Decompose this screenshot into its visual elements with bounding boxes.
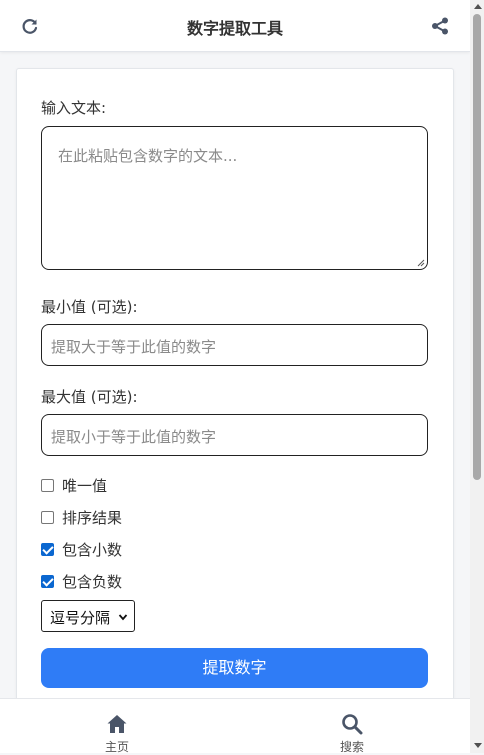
separator-select[interactable]: 逗号分隔 <box>41 600 135 632</box>
scroll-up-arrow[interactable] <box>474 4 482 9</box>
input-text-label: 输入文本: <box>41 99 107 117</box>
search-icon <box>342 714 363 735</box>
option-sort[interactable]: 排序结果 <box>41 507 122 527</box>
decimals-checkbox[interactable] <box>41 542 54 556</box>
scrollbar-thumb[interactable] <box>473 14 481 480</box>
page-title: 数字提取工具 <box>186 19 283 38</box>
unique-checkbox[interactable] <box>41 478 54 492</box>
nav-home-label: 主页 <box>104 740 129 754</box>
min-value-placeholder: 提取大于等于此值的数字 <box>51 338 217 356</box>
chevron-down-icon <box>118 614 128 621</box>
min-value-input[interactable]: 提取大于等于此值的数字 <box>41 324 428 366</box>
decimals-label: 包含小数 <box>62 540 123 559</box>
negatives-label: 包含负数 <box>62 572 123 591</box>
sort-checkbox[interactable] <box>41 510 54 524</box>
separator-selected-value: 逗号分隔 <box>50 609 111 627</box>
text-input-placeholder: 在此粘贴包含数字的文本... <box>58 147 238 165</box>
nav-search-label: 搜索 <box>339 740 364 754</box>
text-input-area[interactable]: 在此粘贴包含数字的文本... <box>41 126 428 270</box>
home-icon <box>107 715 127 733</box>
extract-button[interactable]: 提取数字 <box>41 648 428 688</box>
max-value-input[interactable]: 提取小于等于此值的数字 <box>41 414 428 456</box>
nav-item-home[interactable]: 主页 <box>87 713 147 755</box>
scroll-down-arrow[interactable] <box>474 743 482 748</box>
option-decimals[interactable]: 包含小数 <box>41 539 122 559</box>
unique-label: 唯一值 <box>62 476 108 495</box>
option-unique[interactable]: 唯一值 <box>41 475 107 495</box>
negatives-checkbox[interactable] <box>41 574 54 588</box>
resize-grip-icon[interactable] <box>417 259 425 267</box>
nav-item-search[interactable]: 搜索 <box>322 713 382 755</box>
bottom-nav: 主页 搜索 <box>0 698 470 755</box>
sort-label: 排序结果 <box>62 508 123 527</box>
max-value-placeholder: 提取小于等于此值的数字 <box>51 428 217 446</box>
option-negatives[interactable]: 包含负数 <box>41 571 122 591</box>
app-header: 数字提取工具 <box>0 0 470 52</box>
min-value-label: 最小值 (可选): <box>41 298 138 316</box>
share-icon[interactable] <box>430 16 450 36</box>
max-value-label: 最大值 (可选): <box>41 388 138 406</box>
